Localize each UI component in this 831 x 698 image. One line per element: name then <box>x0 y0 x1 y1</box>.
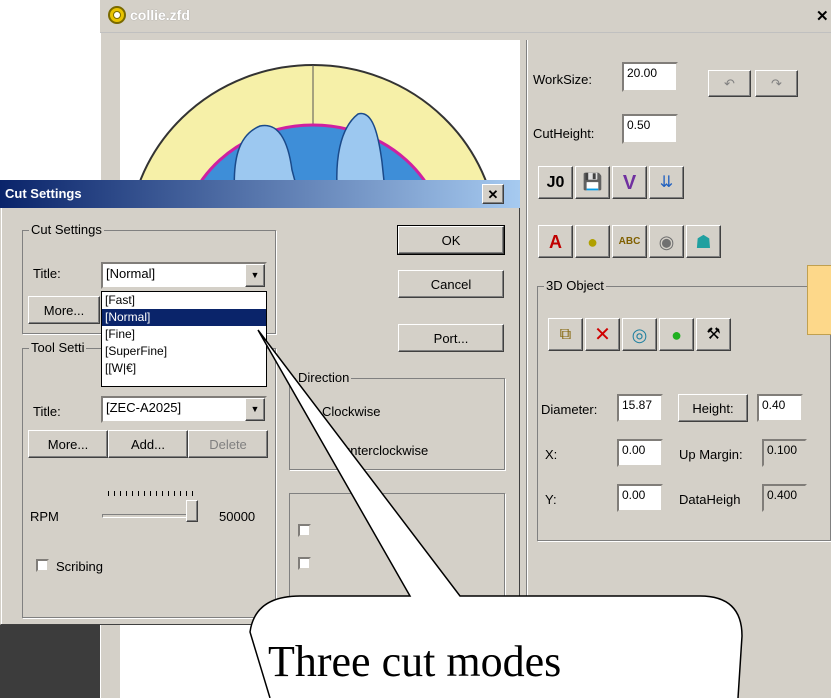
callout-text: Three cut modes <box>268 637 562 686</box>
callout-bubble <box>249 329 743 698</box>
